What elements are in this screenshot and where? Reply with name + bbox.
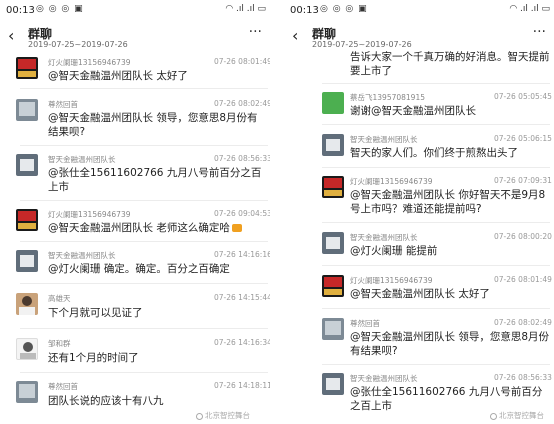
message-time: 07-26 08:00:20 bbox=[494, 232, 552, 241]
avatar[interactable] bbox=[322, 176, 344, 198]
message-text: @智天金融温州团队长 你好智天不是9月8号上市吗？难道还能提前吗? bbox=[350, 189, 546, 215]
divider bbox=[20, 283, 268, 284]
divider bbox=[322, 167, 550, 168]
message-text: 谢谢@智天金融温州团队长 bbox=[350, 105, 476, 117]
watermark: 北京智控舞台 bbox=[490, 410, 544, 421]
date-range: 2019-07-25~2019-07-26 bbox=[28, 40, 128, 49]
sender-name: 尊然回首 bbox=[48, 382, 78, 391]
message-text-with-emoji: @智天金融温州团队长 老师这么确定哈 bbox=[48, 221, 266, 235]
message-text: 还有1个月的时间了 bbox=[48, 352, 139, 364]
emoji-icon bbox=[231, 224, 242, 232]
message-time: 07-26 08:01:49 bbox=[494, 275, 552, 284]
avatar[interactable] bbox=[16, 250, 38, 272]
divider bbox=[20, 328, 268, 329]
status-bar: 00:13 ◎ ◎ ◎ ▣ ◠ .ıl .ıl ▭ bbox=[0, 0, 270, 20]
message-time: 07-26 08:01:49 bbox=[214, 57, 270, 66]
message-text: @张仕全15611602766 九月八号前百分之百上市 bbox=[48, 167, 262, 193]
divider bbox=[322, 222, 550, 223]
sender-name: 智天金融温州团队长 bbox=[350, 374, 418, 383]
sender-name: 灯火阑珊13156946739 bbox=[350, 276, 433, 285]
chat-header: ‹ 群聊 2019-07-25~2019-07-26 ··· bbox=[284, 22, 554, 52]
sender-name: 高雄天 bbox=[48, 294, 71, 303]
avatar[interactable] bbox=[16, 381, 38, 403]
avatar[interactable] bbox=[322, 92, 344, 114]
divider bbox=[322, 83, 550, 84]
avatar[interactable] bbox=[16, 154, 38, 176]
message-time: 07-26 08:02:49 bbox=[214, 99, 270, 108]
divider bbox=[20, 241, 268, 242]
back-arrow-icon[interactable]: ‹ bbox=[292, 26, 298, 45]
message-text: @智天金融温州团队长 太好了 bbox=[48, 70, 188, 82]
message-time: 07-26 08:56:33 bbox=[214, 154, 270, 163]
message-time: 07-26 14:18:11 bbox=[214, 381, 270, 390]
avatar[interactable] bbox=[322, 373, 344, 395]
avatar[interactable] bbox=[322, 134, 344, 156]
message-text: @智天金融温州团队长 领导，您意思8月份有结果呗? bbox=[350, 331, 550, 357]
more-options-icon[interactable]: ··· bbox=[533, 24, 546, 40]
notification-icons: ◎ ◎ ◎ ▣ bbox=[320, 4, 368, 14]
sender-name: 智天金融温州团队长 bbox=[48, 251, 116, 260]
sender-name: 蔡岳飞13957081915 bbox=[350, 93, 425, 102]
avatar[interactable] bbox=[322, 318, 344, 340]
chat-screen-right: 00:13 ◎ ◎ ◎ ▣ ◠ .ıl .ıl ▭ ‹ 群聊 2019-07-2… bbox=[284, 0, 554, 424]
status-time: 00:13 bbox=[6, 5, 35, 16]
sender-name: 灯火阑珊13156946739 bbox=[48, 58, 131, 67]
sender-name: 邹和群 bbox=[48, 339, 71, 348]
sender-name: 智天金融温州团队长 bbox=[350, 233, 418, 242]
sender-name: 尊然回首 bbox=[48, 100, 78, 109]
message-text: 下个月就可以见证了 bbox=[48, 307, 143, 319]
back-arrow-icon[interactable]: ‹ bbox=[8, 26, 14, 45]
divider bbox=[20, 145, 268, 146]
notification-icons: ◎ ◎ ◎ ▣ bbox=[36, 4, 84, 14]
message-time: 07-26 09:04:53 bbox=[214, 209, 270, 218]
watermark-icon bbox=[196, 412, 203, 420]
divider bbox=[322, 124, 550, 125]
avatar[interactable] bbox=[16, 99, 38, 121]
divider bbox=[20, 200, 268, 201]
message-time: 07-26 14:15:44 bbox=[214, 293, 270, 302]
avatar[interactable] bbox=[16, 338, 38, 360]
message-text: 告诉大家一个千真万确的好消息。智天提前要上市了 bbox=[350, 51, 550, 77]
message-text: @智天金融温州团队长 太好了 bbox=[350, 288, 490, 300]
message-text: @智天金融温州团队长 领导，您意思8月份有结果呗? bbox=[48, 112, 258, 138]
message-text: @灯火阑珊 能提前 bbox=[350, 245, 438, 257]
avatar[interactable] bbox=[322, 232, 344, 254]
divider bbox=[20, 372, 268, 373]
watermark-icon bbox=[490, 412, 497, 420]
status-bar: 00:13 ◎ ◎ ◎ ▣ ◠ .ıl .ıl ▭ bbox=[284, 0, 554, 20]
sender-name: 灯火阑珊13156946739 bbox=[350, 177, 433, 186]
message-time: 07-26 05:06:15 bbox=[494, 134, 552, 143]
date-range: 2019-07-25~2019-07-26 bbox=[312, 40, 412, 49]
sender-name: 智天金融温州团队长 bbox=[48, 155, 116, 164]
divider bbox=[20, 88, 268, 89]
divider bbox=[322, 308, 550, 309]
divider bbox=[322, 364, 550, 365]
sender-name: 尊然回首 bbox=[350, 319, 380, 328]
avatar[interactable] bbox=[16, 293, 38, 315]
message-text: 团队长说的应该十有八九 bbox=[48, 395, 164, 407]
status-time: 00:13 bbox=[290, 5, 319, 16]
message-text: 智天的家人们。你们终于煎熬出头了 bbox=[350, 147, 518, 159]
signal-battery-icons: ◠ .ıl .ıl ▭ bbox=[225, 4, 266, 14]
message-text: @张仕全15611602766 九月八号前百分之百上市 bbox=[350, 386, 543, 412]
chat-header: ‹ 群聊 2019-07-25~2019-07-26 ··· bbox=[0, 22, 270, 52]
message-time: 07-26 14:16:16 bbox=[214, 250, 270, 259]
avatar[interactable] bbox=[322, 275, 344, 297]
divider bbox=[322, 265, 550, 266]
avatar[interactable] bbox=[16, 209, 38, 231]
sender-name: 灯火阑珊13156946739 bbox=[48, 210, 131, 219]
chat-screen-left: 00:13 ◎ ◎ ◎ ▣ ◠ .ıl .ıl ▭ ‹ 群聊 2019-07-2… bbox=[0, 0, 270, 424]
message-text: @灯火阑珊 确定。确定。百分之百确定 bbox=[48, 263, 230, 275]
message-time: 07-26 05:05:45 bbox=[494, 92, 552, 101]
message-time: 07-26 08:02:49 bbox=[494, 318, 552, 327]
more-options-icon[interactable]: ··· bbox=[249, 24, 262, 40]
message-time: 07-26 14:16:34 bbox=[214, 338, 270, 347]
message-time: 07-26 07:09:31 bbox=[494, 176, 552, 185]
avatar[interactable] bbox=[16, 57, 38, 79]
message-text: @智天金融温州团队长 老师这么确定哈 bbox=[48, 222, 230, 234]
sender-name: 智天金融温州团队长 bbox=[350, 135, 418, 144]
watermark: 北京智控舞台 bbox=[196, 410, 250, 421]
message-time: 07-26 08:56:33 bbox=[494, 373, 552, 382]
signal-battery-icons: ◠ .ıl .ıl ▭ bbox=[509, 4, 550, 14]
